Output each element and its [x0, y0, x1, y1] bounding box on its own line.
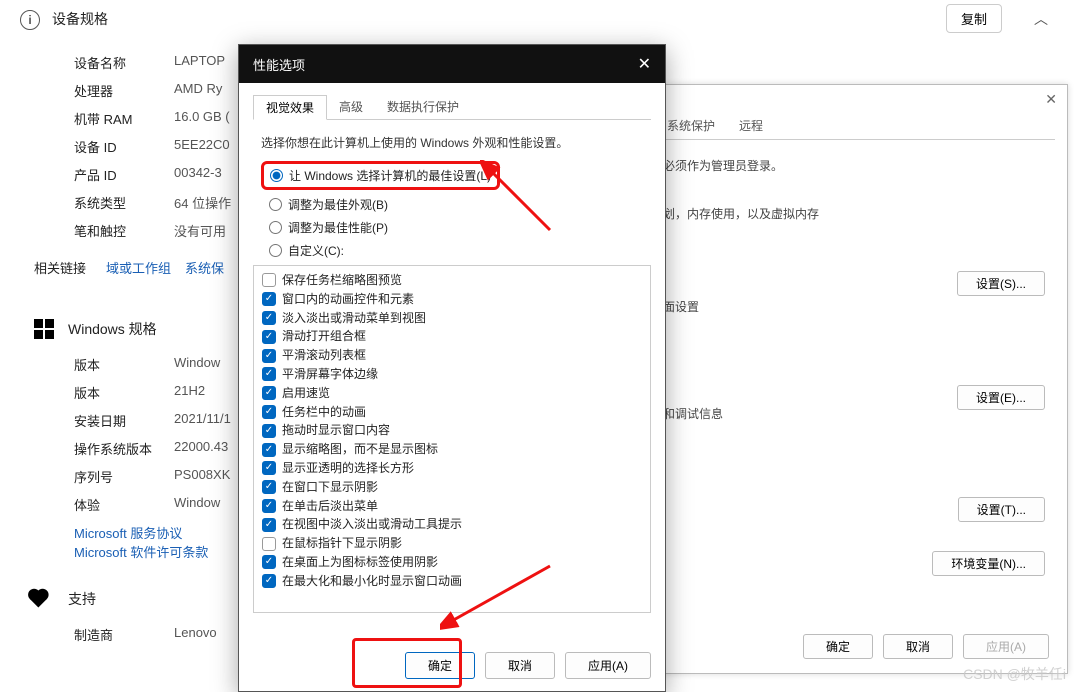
checkbox[interactable]: ✓: [262, 405, 276, 419]
sysprops-tabs: 高级 系统保护 远程: [605, 113, 1055, 140]
check-item[interactable]: ✓ 平滑屏幕字体边缘: [262, 366, 642, 383]
copy-button[interactable]: 复制: [946, 4, 1002, 33]
performance-options-dialog: 性能选项 ✕ 视觉效果 高级 数据执行保护 选择你想在此计算机上使用的 Wind…: [238, 44, 666, 692]
checkbox[interactable]: ✓: [262, 443, 276, 457]
radio-best-performance[interactable]: [269, 221, 282, 234]
radio-best-appearance[interactable]: [269, 198, 282, 211]
check-label: 在视图中淡入淡出或滑动工具提示: [282, 516, 462, 533]
radio-label: 调整为最佳性能(P): [288, 219, 388, 236]
check-label: 在最大化和最小化时显示窗口动画: [282, 573, 462, 590]
perf-ok-button[interactable]: 确定: [405, 652, 475, 679]
checkbox[interactable]: ✓: [262, 349, 276, 363]
close-icon[interactable]: ✕: [638, 54, 651, 74]
radio-label: 自定义(C):: [288, 242, 344, 259]
check-label: 平滑滚动列表框: [282, 347, 366, 364]
check-label: 在桌面上为图标标签使用阴影: [282, 554, 438, 571]
checkbox[interactable]: ✓: [262, 461, 276, 475]
check-label: 窗口内的动画控件和元素: [282, 291, 414, 308]
close-icon[interactable]: ✕: [1045, 91, 1057, 108]
checkbox[interactable]: ✓: [262, 367, 276, 381]
check-label: 平滑屏幕字体边缘: [282, 366, 378, 383]
perf-tabs: 视觉效果 高级 数据执行保护: [253, 95, 651, 120]
perf-title-text: 性能选项: [253, 55, 305, 74]
checkbox[interactable]: ✓: [262, 311, 276, 325]
check-item[interactable]: ✓ 显示亚透明的选择长方形: [262, 460, 642, 477]
checkbox[interactable]: ✓: [262, 555, 276, 569]
checkbox[interactable]: ✓: [262, 424, 276, 438]
check-label: 在单击后淡出菜单: [282, 498, 378, 515]
check-item[interactable]: ✓ 启用速览: [262, 385, 642, 402]
tab-advanced[interactable]: 高级: [327, 95, 375, 119]
check-label: 启用速览: [282, 385, 330, 402]
check-label: 显示缩略图，而不是显示图标: [282, 441, 438, 458]
env-vars-button[interactable]: 环境变量(N)...: [932, 551, 1045, 576]
radio-let-windows-choose[interactable]: [270, 169, 283, 182]
sysprops-admin-note: 更改，你必须作为管理员登录。: [615, 156, 1045, 176]
check-item[interactable]: 保存任务栏缩略图预览: [262, 272, 642, 289]
check-label: 保存任务栏缩略图预览: [282, 272, 402, 289]
chevron-up-icon[interactable]: ︿: [1022, 5, 1060, 33]
radio-label: 调整为最佳外观(B): [288, 196, 388, 213]
check-item[interactable]: 在鼠标指针下显示阴影: [262, 535, 642, 552]
check-label: 滑动打开组合框: [282, 328, 366, 345]
perf-apply-button[interactable]: 应用(A): [565, 652, 651, 679]
related-label: 相关链接: [34, 258, 86, 277]
windows-icon: [34, 319, 54, 339]
spec-label: 设备名称: [74, 53, 174, 72]
sysprops-perf-note: 处理器计划，内存使用，以及虚拟内存: [615, 204, 1045, 224]
perf-description: 选择你想在此计算机上使用的 Windows 外观和性能设置。: [261, 134, 643, 151]
check-item[interactable]: ✓ 在单击后淡出菜单: [262, 498, 642, 515]
settings-s-button[interactable]: 设置(S)...: [957, 271, 1045, 296]
perf-radio-group: 让 Windows 选择计算机的最佳设置(L) 调整为最佳外观(B) 调整为最佳…: [261, 161, 643, 259]
checkbox[interactable]: ✓: [262, 292, 276, 306]
checkbox[interactable]: ✓: [262, 574, 276, 588]
check-label: 淡入淡出或滑动菜单到视图: [282, 310, 426, 327]
info-icon: i: [20, 10, 40, 30]
checkbox[interactable]: ✓: [262, 386, 276, 400]
check-item[interactable]: ✓ 滑动打开组合框: [262, 328, 642, 345]
settings-t-button[interactable]: 设置(T)...: [958, 497, 1045, 522]
check-label: 任务栏中的动画: [282, 404, 366, 421]
checkbox[interactable]: [262, 273, 276, 287]
check-label: 在鼠标指针下显示阴影: [282, 535, 402, 552]
annotation-highlight: 让 Windows 选择计算机的最佳设置(L): [261, 161, 500, 190]
tab-dep[interactable]: 数据执行保护: [375, 95, 471, 119]
check-item[interactable]: ✓ 任务栏中的动画: [262, 404, 642, 421]
sysprops-ok-button[interactable]: 确定: [803, 634, 873, 659]
spec-value: LAPTOP: [174, 53, 225, 72]
perf-titlebar[interactable]: 性能选项 ✕: [239, 45, 665, 83]
check-item[interactable]: ✓ 窗口内的动画控件和元素: [262, 291, 642, 308]
link-sysprotect[interactable]: 系统保: [185, 258, 224, 277]
link-domain[interactable]: 域或工作组: [106, 258, 171, 277]
check-item[interactable]: ✓ 在窗口下显示阴影: [262, 479, 642, 496]
settings-e-button[interactable]: 设置(E)...: [957, 385, 1045, 410]
check-item[interactable]: ✓ 拖动时显示窗口内容: [262, 422, 642, 439]
radio-label: 让 Windows 选择计算机的最佳设置(L): [289, 167, 491, 184]
perf-cancel-button[interactable]: 取消: [485, 652, 555, 679]
heart-icon: [30, 585, 58, 613]
tab-visual-effects[interactable]: 视觉效果: [253, 95, 327, 120]
check-item[interactable]: ✓ 在最大化和最小化时显示窗口动画: [262, 573, 642, 590]
sysprops-cancel-button[interactable]: 取消: [883, 634, 953, 659]
check-label: 拖动时显示窗口内容: [282, 422, 390, 439]
checkbox[interactable]: ✓: [262, 330, 276, 344]
checkbox[interactable]: [262, 537, 276, 551]
sysprops-desktop-note: 相关的桌面设置: [615, 297, 1045, 317]
watermark: CSDN @牧羊任i: [963, 664, 1066, 684]
device-specs-title: 设备规格: [52, 9, 934, 29]
checkbox[interactable]: ✓: [262, 480, 276, 494]
visual-effects-checklist[interactable]: 保存任务栏缩略图预览 ✓ 窗口内的动画控件和元素 ✓ 淡入淡出或滑动菜单到视图 ✓ 滑动打开…: [253, 265, 651, 613]
checkbox[interactable]: ✓: [262, 518, 276, 532]
check-label: 在窗口下显示阴影: [282, 479, 378, 496]
check-item[interactable]: ✓ 平滑滚动列表框: [262, 347, 642, 364]
radio-custom[interactable]: [269, 244, 282, 257]
check-item[interactable]: ✓ 在视图中淡入淡出或滑动工具提示: [262, 516, 642, 533]
check-item[interactable]: ✓ 显示缩略图，而不是显示图标: [262, 441, 642, 458]
check-item[interactable]: ✓ 淡入淡出或滑动菜单到视图: [262, 310, 642, 327]
tab-remote[interactable]: 远程: [727, 113, 775, 139]
sysprops-apply-button[interactable]: 应用(A): [963, 634, 1049, 659]
checkbox[interactable]: ✓: [262, 499, 276, 513]
check-item[interactable]: ✓ 在桌面上为图标标签使用阴影: [262, 554, 642, 571]
check-label: 显示亚透明的选择长方形: [282, 460, 414, 477]
